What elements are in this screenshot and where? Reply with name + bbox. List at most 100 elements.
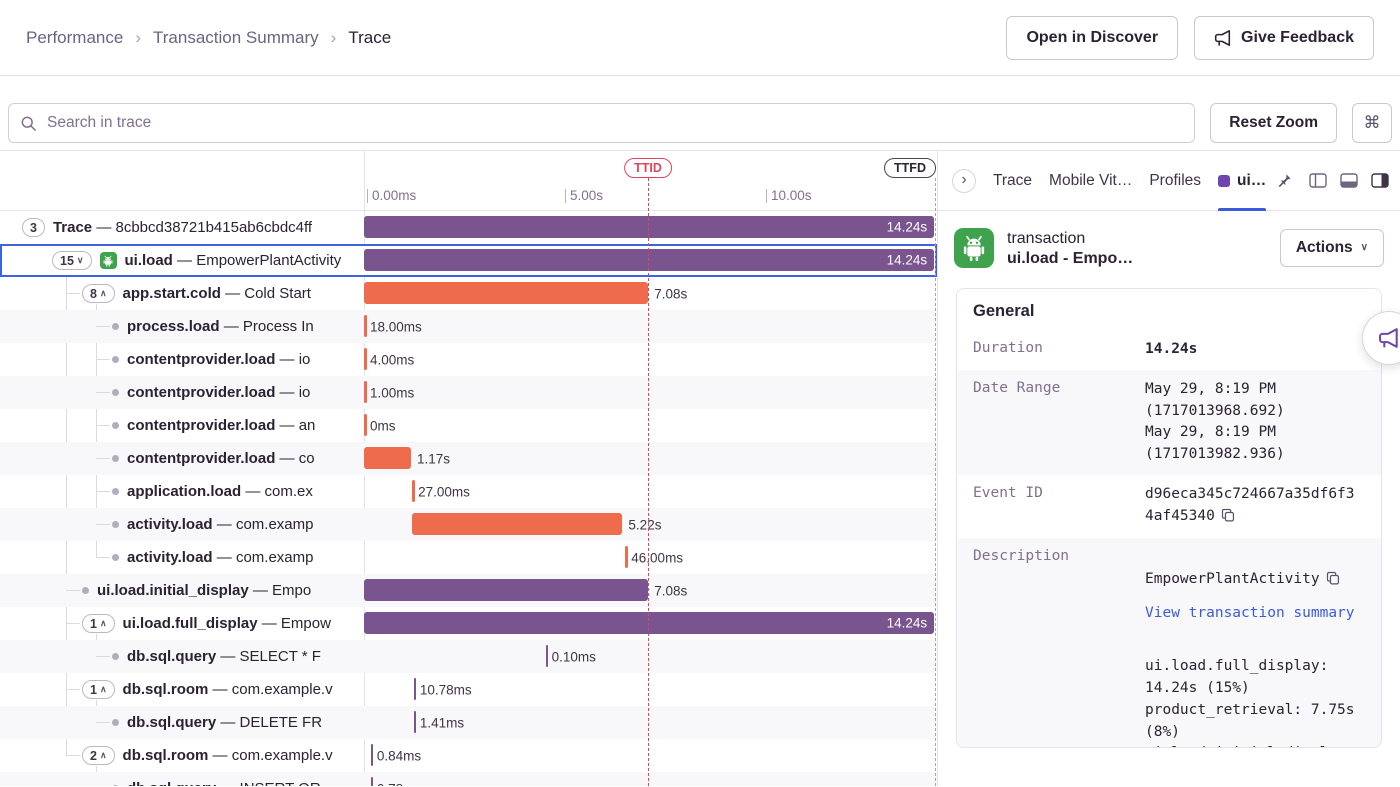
trace-row-db.sql.query[interactable]: db.sql.query — INSERT OR 0.78ms [0,772,937,786]
row-bar-cell[interactable]: 14.24s [364,607,937,640]
span-duration-bar[interactable]: 14.24s [364,216,934,238]
search-input[interactable] [8,103,1195,143]
row-bar-cell[interactable]: 0.84ms [364,739,937,772]
span-duration-bar[interactable] [414,678,417,700]
span-label: ui.load.full_display — Empow [123,615,331,632]
shortcut-command-button[interactable]: ⌘ [1352,103,1392,143]
children-count-badge[interactable]: 2∧ [82,746,115,765]
field-event-id: Event ID d96eca345c724667a35df6f34af4534… [957,475,1381,539]
row-bar-cell[interactable]: 7.08s [364,277,937,310]
span-duration-bar[interactable]: 14.24s [364,249,934,271]
row-bar-cell[interactable]: 1.41ms [364,706,937,739]
give-feedback-button[interactable]: Give Feedback [1194,16,1374,60]
collapse-panel-icon[interactable]: › [952,169,976,193]
row-bar-cell[interactable]: 27.00ms [364,475,937,508]
chevron-down-icon: ∨ [1361,242,1368,253]
span-duration-bar[interactable] [364,579,648,601]
span-duration-bar[interactable] [412,513,622,535]
row-bar-cell[interactable]: 7.08s [364,574,937,607]
trace-row-db.sql.query[interactable]: db.sql.query — SELECT * F0.10ms [0,640,937,673]
row-bar-cell[interactable]: 1.00ms [364,376,937,409]
tab-mobile-vitals[interactable]: Mobile Vit… [1049,151,1132,211]
trace-details-panel: › Trace Mobile Vit… Profiles ui… [938,151,1400,786]
row-bar-cell[interactable]: 14.24s [364,244,937,277]
row-bar-cell[interactable]: 18.00ms [364,310,937,343]
tab-profiles[interactable]: Profiles [1149,151,1201,211]
breadcrumb-performance[interactable]: Performance [26,28,123,48]
span-duration-bar[interactable]: 14.24s [364,612,934,634]
children-count-badge[interactable]: 1∧ [82,614,115,633]
span-duration-bar[interactable] [364,381,367,403]
ttid-badge[interactable]: TTID [624,158,672,178]
span-duration-bar[interactable] [546,645,549,667]
trace-row-ui.load[interactable]: 15∨ ui.load — EmpowerPlantActivity14.24s [0,244,937,277]
trace-row-ui.load.full_display[interactable]: 1∧ ui.load.full_display — Empow 14.24s [0,607,937,640]
trace-row-contentprovider.load[interactable]: contentprovider.load — io1.00ms [0,376,937,409]
row-bar-cell[interactable]: 46.00ms [364,541,937,574]
drawer-right-icon[interactable] [1371,173,1389,188]
breadcrumb-transaction-summary[interactable]: Transaction Summary [153,28,319,48]
trace-row-process.load[interactable]: process.load — Process In 18.00ms [0,310,937,343]
trace-row-app.start.cold[interactable]: 8∧app.start.cold — Cold Start7.08s [0,277,937,310]
trace-row-contentprovider.load[interactable]: contentprovider.load — io4.00ms [0,343,937,376]
transaction-title: ui.load - Empo… [1007,250,1133,268]
children-count-badge[interactable]: 3 [22,218,45,237]
actions-button[interactable]: Actions ∨ [1280,229,1384,267]
span-duration-bar[interactable] [625,546,628,568]
reset-zoom-button[interactable]: Reset Zoom [1210,103,1337,143]
span-duration-bar[interactable] [371,744,374,766]
tab-trace[interactable]: Trace [993,151,1032,211]
children-count-badge[interactable]: 15∨ [52,251,92,270]
row-tree-cell: db.sql.query — DELETE FR [0,706,364,739]
span-duration-bar[interactable] [412,480,415,502]
transaction-header: transaction ui.load - Empo… Actions ∨ [938,211,1400,282]
row-bar-cell[interactable]: 4.00ms [364,343,937,376]
trace-row-activity.load[interactable]: activity.load — com.examp46.00ms [0,541,937,574]
open-in-discover-button[interactable]: Open in Discover [1006,16,1178,60]
copy-icon[interactable] [1326,571,1340,593]
android-icon [954,228,994,268]
span-duration-bar[interactable] [364,348,367,370]
span-dot [112,785,119,786]
row-bar-cell[interactable]: 0.10ms [364,640,937,673]
trace-row-db.sql.room[interactable]: 1∧ db.sql.room — com.example.v 10.78ms [0,673,937,706]
chevron-separator-icon: › [331,28,337,48]
row-bar-cell[interactable]: 1.17s [364,442,937,475]
trace-row-db.sql.query[interactable]: db.sql.query — DELETE FR1.41ms [0,706,937,739]
android-icon [100,252,117,269]
breadcrumb: Performance › Transaction Summary › Trac… [26,28,391,48]
trace-row-contentprovider.load[interactable]: contentprovider.load — an0ms [0,409,937,442]
span-duration-bar[interactable] [364,447,411,469]
row-bar-cell[interactable]: 0ms [364,409,937,442]
children-count-badge[interactable]: 8∧ [82,284,115,303]
ttfd-badge[interactable]: TTFD [884,158,936,178]
trace-row-db.sql.room[interactable]: 2∧db.sql.room — com.example.v0.84ms [0,739,937,772]
span-dot [112,455,119,462]
span-label: db.sql.query — INSERT OR [127,780,321,786]
copy-icon[interactable] [1221,508,1235,530]
span-duration-bar[interactable] [371,777,374,786]
tab-ui-load[interactable]: ui… [1218,151,1266,211]
span-duration-bar[interactable] [364,282,648,304]
trace-row-Trace[interactable]: 3Trace — 8cbbcd38721b415ab6cbdc4ff14.24s [0,211,937,244]
row-bar-cell[interactable]: 0.78ms [364,772,937,786]
view-transaction-summary-link[interactable]: View transaction summary [1145,603,1357,625]
pin-tab-icon[interactable] [1277,173,1292,188]
span-duration-bar[interactable] [414,711,417,733]
span-type-icon [1218,175,1230,187]
trace-row-contentprovider.load[interactable]: contentprovider.load — co1.17s [0,442,937,475]
span-duration-bar[interactable] [364,315,367,337]
row-bar-cell[interactable]: 14.24s [364,211,937,244]
drawer-bottom-icon[interactable] [1340,173,1358,188]
drawer-left-icon[interactable] [1309,173,1327,188]
span-label: process.load — Process In [127,318,314,335]
trace-row-ui.load.initial_display[interactable]: ui.load.initial_display — Empo7.08s [0,574,937,607]
span-label: db.sql.room — com.example.v [123,681,333,698]
row-bar-cell[interactable]: 5.22s [364,508,937,541]
span-duration-bar[interactable] [364,414,367,436]
row-tree-cell: contentprovider.load — io [0,343,364,376]
trace-row-activity.load[interactable]: activity.load — com.examp5.22s [0,508,937,541]
children-count-badge[interactable]: 1∧ [82,680,115,699]
row-bar-cell[interactable]: 10.78ms [364,673,937,706]
trace-row-application.load[interactable]: application.load — com.ex27.00ms [0,475,937,508]
